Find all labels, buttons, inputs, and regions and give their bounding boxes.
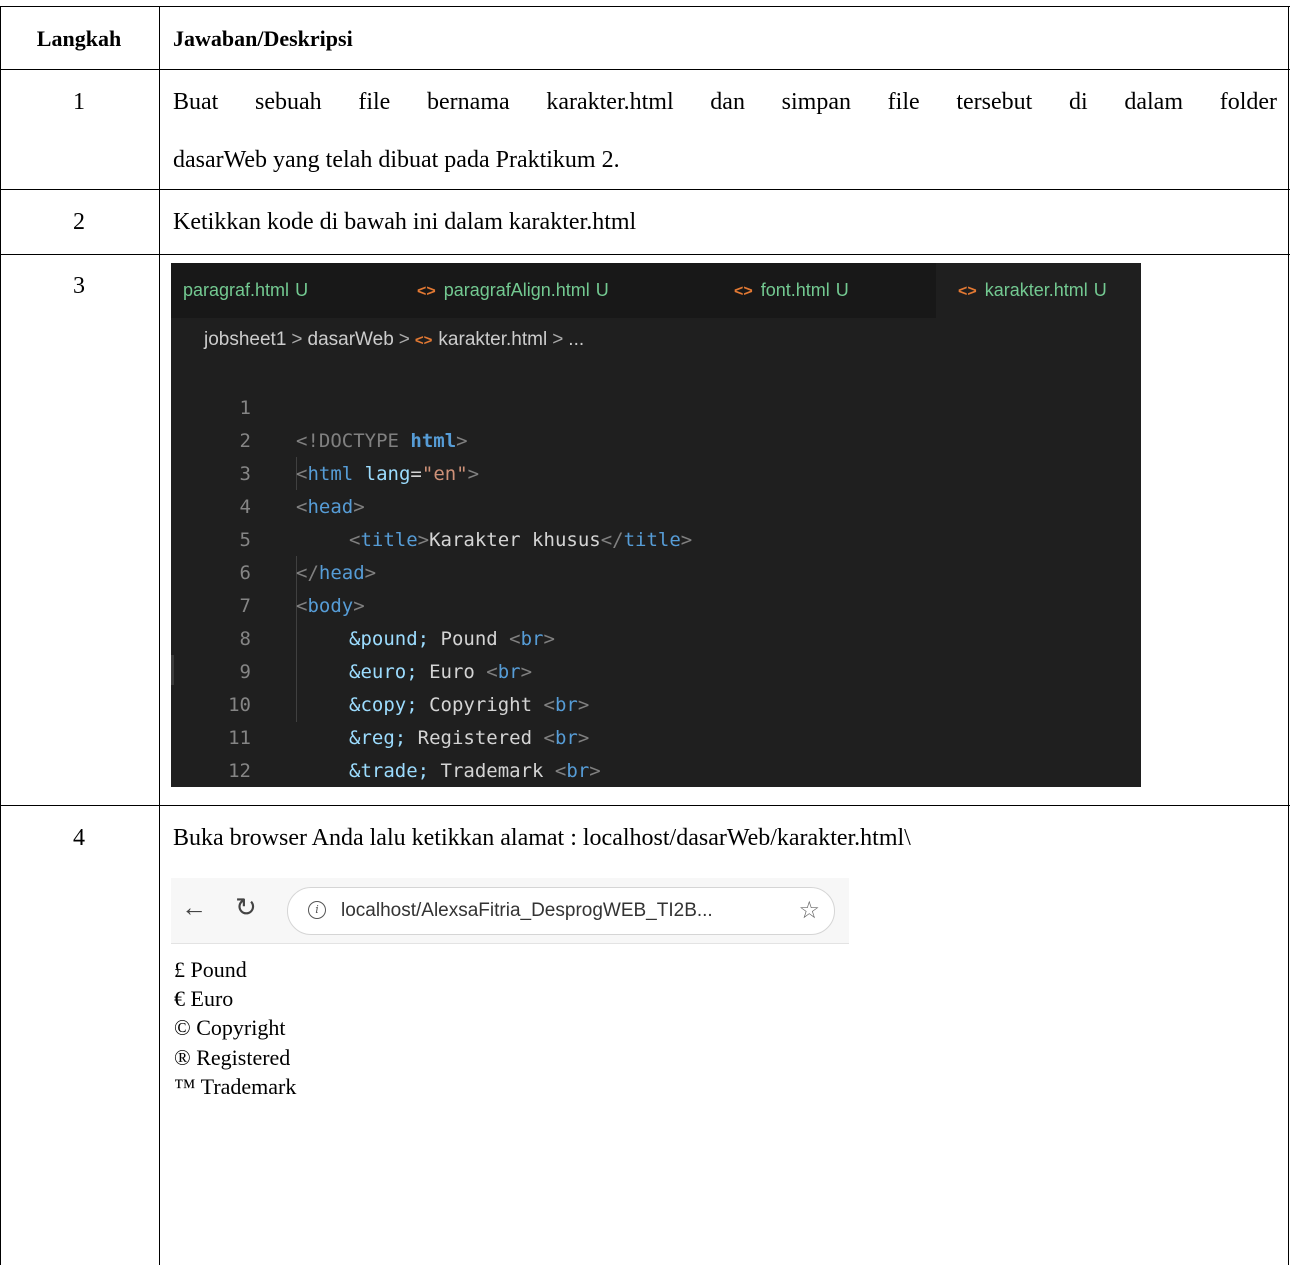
tab-label: paragraf.html bbox=[183, 280, 290, 300]
html-file-icon: <> bbox=[734, 283, 753, 300]
header-deskripsi: Jawaban/Deskripsi bbox=[173, 26, 353, 51]
tab-status: U bbox=[595, 280, 609, 300]
output-line: ™ Trademark bbox=[174, 1074, 297, 1099]
html-file-icon: <> bbox=[417, 283, 436, 300]
code-line: 8 &euro; Euro <br> bbox=[171, 590, 533, 683]
tab-karakter[interactable]: <> karakter.html U bbox=[936, 263, 1141, 318]
step-description-line: dasarWeb yang telah dibuat pada Praktiku… bbox=[173, 147, 620, 173]
step-description: Buka browser Anda lalu ketikkan alamat :… bbox=[173, 825, 911, 851]
code-line: 13 </html> bbox=[171, 755, 217, 787]
breadcrumb-file[interactable]: karakter.html bbox=[438, 329, 547, 350]
header-langkah: Langkah bbox=[36, 26, 122, 51]
output-line: £ Pound bbox=[174, 957, 247, 982]
browser-toolbar: ← ↻ i localhost/AlexsaFitria_DesprogWEB_… bbox=[171, 878, 849, 943]
table-row-divider bbox=[0, 254, 1290, 255]
tab-label: karakter.html bbox=[984, 280, 1088, 300]
step-number: 2 bbox=[73, 209, 85, 235]
table-border-left bbox=[0, 6, 1, 1265]
code-line: 1 <!DOCTYPE html> bbox=[171, 359, 468, 452]
info-icon[interactable]: i bbox=[308, 901, 326, 919]
step-description-line: Buat sebuah file bernama karakter.html d… bbox=[173, 89, 1277, 115]
table-column-divider bbox=[159, 6, 160, 1265]
arrow-left-icon[interactable]: ← bbox=[181, 892, 207, 922]
code-line: 12 </body> bbox=[171, 722, 251, 782]
table-row-divider bbox=[0, 189, 1290, 190]
star-icon[interactable]: ☆ bbox=[798, 896, 820, 925]
code-line: 6 <body> bbox=[171, 524, 365, 617]
table-row-divider bbox=[0, 69, 1290, 70]
code-editor-screenshot: paragraf.html U <> paragrafAlign.html U <> f… bbox=[171, 263, 1141, 787]
breadcrumb-folder[interactable]: dasarWeb bbox=[308, 329, 394, 350]
output-line: € Euro bbox=[174, 986, 234, 1011]
tab-status: U bbox=[295, 280, 309, 300]
code-line: 9 &copy; Copyright <br> bbox=[171, 623, 590, 716]
step-description: Ketikkan kode di bawah ini dalam karakte… bbox=[173, 209, 637, 235]
tab-label: font.html bbox=[760, 280, 830, 300]
tab-status: U bbox=[835, 280, 849, 300]
code-line: 10 &reg; Registered <br> bbox=[171, 656, 589, 749]
toolbar-divider bbox=[171, 943, 849, 944]
tab-paragraf[interactable]: paragraf.html U bbox=[183, 263, 308, 318]
html-file-icon: <> bbox=[414, 332, 433, 349]
chevron-right-icon: > bbox=[552, 329, 564, 350]
address-bar[interactable]: i localhost/AlexsaFitria_DesprogWEB_TI2B… bbox=[287, 887, 835, 935]
output-line: © Copyright bbox=[174, 1015, 286, 1040]
code-line: 2 <html lang="en"> bbox=[171, 392, 480, 485]
chevron-right-icon: > bbox=[398, 329, 410, 350]
step-number: 4 bbox=[73, 825, 85, 851]
tab-status: U bbox=[1093, 280, 1107, 300]
breadcrumb: jobsheet1 > dasarWeb > <> karakter.html >... bbox=[204, 329, 584, 351]
step-number: 1 bbox=[73, 89, 85, 115]
code-line: 5 </head> bbox=[171, 491, 377, 584]
editor-tab-bar: paragraf.html U <> paragrafAlign.html U <> f… bbox=[171, 263, 1141, 318]
breadcrumb-more[interactable]: ... bbox=[568, 329, 584, 350]
code-line: 3 <head> bbox=[171, 425, 365, 518]
table-border-right bbox=[1288, 6, 1289, 1265]
chevron-right-icon: > bbox=[291, 329, 303, 350]
code-line: 11 &trade; Trademark <br> bbox=[171, 689, 601, 782]
table-row-divider bbox=[0, 805, 1290, 806]
code-line: 7 &pound; Pound <br> bbox=[171, 557, 555, 650]
url-text[interactable]: localhost/AlexsaFitria_DesprogWEB_TI2B..… bbox=[341, 900, 713, 922]
step-number: 3 bbox=[73, 273, 85, 299]
reload-icon[interactable]: ↻ bbox=[235, 892, 257, 922]
html-file-icon: <> bbox=[958, 283, 977, 300]
tab-label: paragrafAlign.html bbox=[443, 280, 590, 300]
tab-font[interactable]: <> font.html U bbox=[734, 263, 849, 318]
table-border-top bbox=[0, 6, 1290, 7]
tab-paragrafalign[interactable]: <> paragrafAlign.html U bbox=[417, 263, 609, 318]
code-line: 4 <title>Karakter khusus</title> bbox=[171, 458, 693, 551]
output-line: ® Registered bbox=[174, 1045, 291, 1070]
breadcrumb-folder[interactable]: jobsheet1 bbox=[204, 329, 286, 350]
